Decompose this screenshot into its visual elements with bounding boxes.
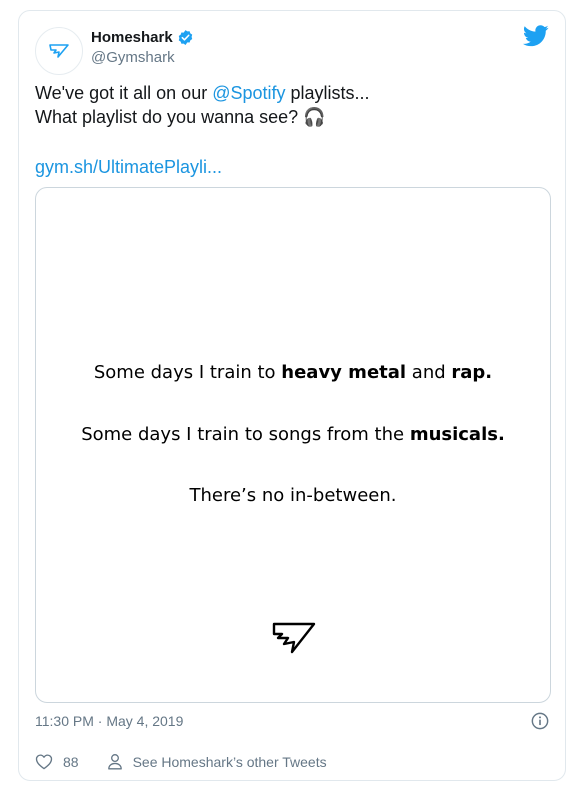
see-other-tweets-label[interactable]: See Homeshark’s other Tweets (133, 754, 327, 770)
author-display-name[interactable]: Homeshark (91, 29, 173, 46)
tweet-text: We've got it all on our @Spotify playlis… (35, 81, 545, 129)
tweet-card: Homeshark @Gymshark We've got it all on … (18, 10, 566, 781)
verified-badge-icon (177, 29, 194, 46)
media-line-1b: heavy metal (281, 362, 407, 383)
like-action[interactable]: 88 (35, 753, 79, 770)
like-count: 88 (63, 753, 79, 770)
tweet-text-line-1: We've got it all on our @Spotify playlis… (35, 81, 545, 105)
gymshark-logo-icon (272, 622, 316, 654)
info-icon[interactable] (531, 712, 549, 730)
media-line-1: Some days I train to heavy metal and rap… (36, 362, 550, 383)
heart-icon[interactable] (35, 753, 53, 770)
media-line-3: There’s no in-between. (189, 485, 397, 506)
media-line-1c: and (406, 362, 452, 383)
spotify-mention-link[interactable]: @Spotify (212, 83, 285, 103)
twitter-bird-icon[interactable] (523, 25, 549, 47)
tweet-actions: 88 See Homeshark’s other Tweets (35, 753, 327, 770)
tweet-text-prefix: We've got it all on our (35, 83, 213, 103)
media-line-1a: Some days I train to (93, 362, 282, 383)
avatar[interactable] (35, 27, 83, 75)
headphones-emoji-icon: 🎧 (303, 107, 326, 127)
tweet-text-question: What playlist do you wanna see? (35, 107, 304, 127)
see-other-tweets-link[interactable]: See Homeshark’s other Tweets (107, 753, 327, 770)
media-line-1d: rap. (451, 362, 493, 383)
playlist-link[interactable]: gym.sh/UltimatePlayli... (35, 157, 222, 178)
author-handle[interactable]: @Gymshark (91, 49, 175, 66)
person-icon (107, 754, 122, 770)
media-line-2a: Some days I train to songs from the (81, 424, 410, 445)
author-name-row[interactable]: Homeshark (91, 29, 194, 46)
media-line-2: Some days I train to songs from the musi… (36, 424, 550, 445)
tweet-media-image[interactable]: Some days I train to heavy metal and rap… (35, 187, 551, 703)
media-line-2b: musicals. (409, 424, 505, 445)
tweet-text-suffix: playlists... (285, 83, 370, 103)
tweet-timestamp[interactable]: 11:30 PM · May 4, 2019 (35, 713, 183, 729)
gymshark-logo-icon (49, 44, 69, 58)
tweet-text-line-2: What playlist do you wanna see? 🎧 (35, 105, 545, 129)
